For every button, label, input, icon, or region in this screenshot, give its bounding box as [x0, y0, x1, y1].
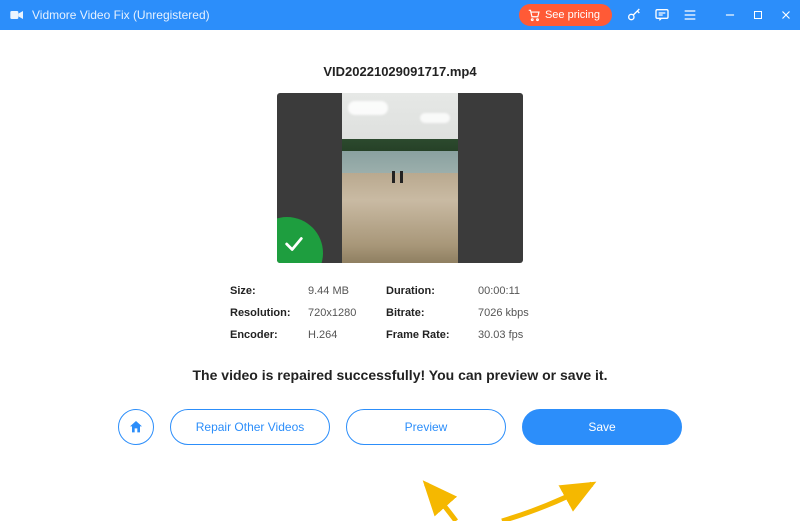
app-title: Vidmore Video Fix (Unregistered)	[32, 8, 210, 22]
maximize-button[interactable]	[744, 0, 772, 30]
video-preview	[277, 93, 523, 263]
preview-label: Preview	[405, 420, 448, 434]
key-icon[interactable]	[620, 0, 648, 30]
home-button[interactable]	[118, 409, 154, 445]
repair-other-label: Repair Other Videos	[196, 420, 305, 434]
resolution-value: 720x1280	[308, 307, 380, 319]
save-button[interactable]: Save	[522, 409, 682, 445]
encoder-value: H.264	[308, 329, 380, 341]
duration-label: Duration:	[386, 285, 472, 297]
preview-button[interactable]: Preview	[346, 409, 506, 445]
close-button[interactable]	[772, 0, 800, 30]
see-pricing-button[interactable]: See pricing	[519, 4, 612, 26]
resolution-label: Resolution:	[230, 307, 302, 319]
size-label: Size:	[230, 285, 302, 297]
framerate-value: 30.03 fps	[478, 329, 550, 341]
success-message: The video is repaired successfully! You …	[193, 367, 608, 383]
titlebar: Vidmore Video Fix (Unregistered) See pri…	[0, 0, 800, 30]
logo-icon	[8, 6, 26, 24]
file-name: VID20221029091717.mp4	[323, 64, 476, 79]
feedback-icon[interactable]	[648, 0, 676, 30]
see-pricing-label: See pricing	[545, 9, 600, 21]
main-content: VID20221029091717.mp4 Size: 9.44 MB Dura…	[0, 30, 800, 521]
annotation-arrow-icon	[406, 476, 486, 521]
bitrate-label: Bitrate:	[386, 307, 472, 319]
repair-other-videos-button[interactable]: Repair Other Videos	[170, 409, 330, 445]
encoder-label: Encoder:	[230, 329, 302, 341]
minimize-button[interactable]	[716, 0, 744, 30]
size-value: 9.44 MB	[308, 285, 380, 297]
action-buttons: Repair Other Videos Preview Save	[118, 409, 682, 445]
success-checkmark-icon	[277, 217, 323, 263]
annotation-arrow-icon	[492, 476, 612, 521]
duration-value: 00:00:11	[478, 285, 550, 297]
save-label: Save	[588, 420, 615, 434]
framerate-label: Frame Rate:	[386, 329, 472, 341]
video-info-grid: Size: 9.44 MB Duration: 00:00:11 Resolut…	[230, 285, 570, 341]
video-thumbnail	[342, 93, 458, 263]
menu-icon[interactable]	[676, 0, 704, 30]
bitrate-value: 7026 kbps	[478, 307, 550, 319]
